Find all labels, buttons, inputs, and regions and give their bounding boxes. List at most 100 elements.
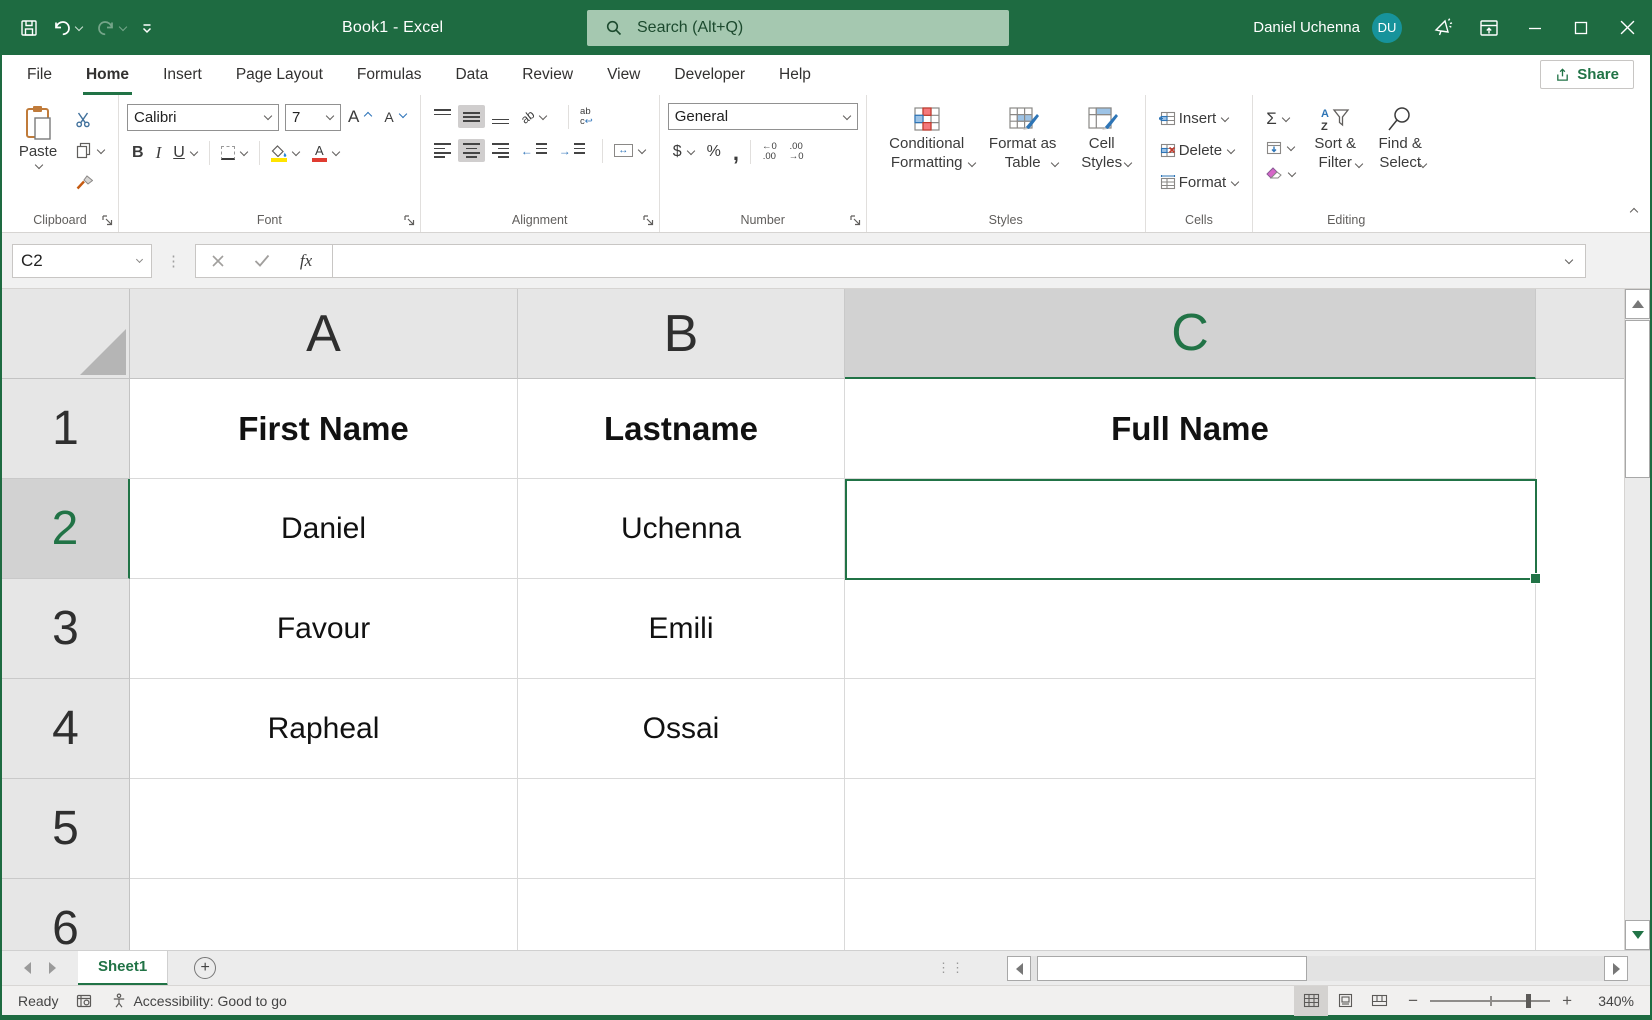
undo-dropdown-icon[interactable] bbox=[75, 22, 83, 30]
cancel-icon[interactable] bbox=[196, 254, 240, 268]
zoom-level[interactable]: 340% bbox=[1584, 993, 1650, 1009]
top-align-button[interactable] bbox=[429, 105, 456, 128]
cell-a4[interactable]: Rapheal bbox=[130, 679, 518, 779]
tab-home[interactable]: Home bbox=[69, 55, 146, 95]
zoom-slider-thumb[interactable] bbox=[1526, 994, 1531, 1008]
horizontal-scrollbar[interactable] bbox=[1007, 956, 1628, 981]
macro-record-icon[interactable] bbox=[76, 993, 93, 1009]
bottom-align-button[interactable] bbox=[487, 105, 514, 128]
tab-bar-grip[interactable]: ⋮⋮ bbox=[937, 960, 965, 976]
borders-button[interactable] bbox=[216, 142, 253, 164]
cell-c4[interactable] bbox=[845, 679, 1536, 779]
cell-b4[interactable]: Ossai bbox=[518, 679, 845, 779]
share-button[interactable]: Share bbox=[1540, 60, 1634, 89]
search-box[interactable]: Search (Alt+Q) bbox=[587, 10, 1009, 46]
merge-center-button[interactable]: ↔ bbox=[609, 140, 651, 161]
increase-indent-button[interactable]: → bbox=[554, 139, 590, 162]
format-painter-button[interactable] bbox=[70, 169, 110, 194]
avatar[interactable]: DU bbox=[1372, 13, 1402, 43]
undo-button[interactable] bbox=[48, 14, 86, 42]
customize-quick-access-icon[interactable] bbox=[136, 15, 158, 41]
expand-formula-bar-icon[interactable] bbox=[1551, 252, 1585, 270]
format-cells-button[interactable]: Format bbox=[1154, 170, 1245, 195]
decrease-decimal-button[interactable]: .00 →0 bbox=[784, 138, 809, 167]
tab-insert[interactable]: Insert bbox=[146, 55, 219, 95]
formula-input[interactable] bbox=[337, 245, 1551, 277]
conditional-formatting-button[interactable]: Conditional Formatting bbox=[875, 103, 979, 171]
cell-a3[interactable]: Favour bbox=[130, 579, 518, 679]
bold-button[interactable]: B bbox=[127, 140, 149, 166]
cell-b1[interactable]: Lastname bbox=[518, 379, 845, 479]
font-dialog-launcher-icon[interactable] bbox=[404, 215, 415, 226]
scroll-right-icon[interactable] bbox=[1604, 956, 1628, 981]
paste-dropdown-icon[interactable] bbox=[35, 161, 43, 169]
insert-function-button[interactable]: fx bbox=[284, 251, 328, 271]
vertical-scrollbar-thumb[interactable] bbox=[1625, 320, 1650, 478]
fill-button[interactable] bbox=[1261, 137, 1301, 159]
font-color-button[interactable]: A bbox=[307, 140, 345, 166]
wrap-text-button[interactable]: ab c↩ bbox=[575, 103, 598, 131]
cell-a1[interactable]: First Name bbox=[130, 379, 518, 479]
scroll-up-icon[interactable] bbox=[1625, 289, 1650, 319]
column-header-b[interactable]: B bbox=[518, 289, 845, 379]
horizontal-scrollbar-thumb[interactable] bbox=[1037, 956, 1307, 981]
page-break-preview-button[interactable] bbox=[1362, 986, 1396, 1016]
tab-view[interactable]: View bbox=[590, 55, 657, 95]
align-center-button[interactable] bbox=[458, 139, 485, 162]
horizontal-scrollbar-track[interactable] bbox=[1031, 956, 1604, 981]
formula-bar-grip[interactable]: ⋮ bbox=[166, 252, 181, 270]
tab-data[interactable]: Data bbox=[438, 55, 505, 95]
row-header-3[interactable]: 3 bbox=[2, 579, 130, 679]
minimize-button[interactable] bbox=[1512, 0, 1558, 55]
new-sheet-icon[interactable]: + bbox=[194, 957, 216, 979]
middle-align-button[interactable] bbox=[458, 105, 485, 128]
previous-sheet-icon[interactable] bbox=[24, 962, 31, 974]
comma-style-button[interactable]: , bbox=[728, 143, 744, 162]
cell-c3[interactable] bbox=[845, 579, 1536, 679]
tab-review[interactable]: Review bbox=[505, 55, 590, 95]
insert-cells-button[interactable]: Insert bbox=[1154, 106, 1245, 131]
cell-a5[interactable] bbox=[130, 779, 518, 879]
row-header-6[interactable]: 6 bbox=[2, 879, 130, 950]
align-left-button[interactable] bbox=[429, 139, 456, 162]
close-button[interactable] bbox=[1604, 0, 1650, 55]
cut-button[interactable] bbox=[70, 107, 110, 132]
tab-help[interactable]: Help bbox=[762, 55, 828, 95]
sheet-tab-sheet1[interactable]: Sheet1 bbox=[78, 951, 168, 986]
percent-style-button[interactable]: % bbox=[702, 139, 726, 165]
accessibility-status[interactable]: Accessibility: Good to go bbox=[111, 993, 286, 1009]
enter-check-icon[interactable] bbox=[240, 254, 284, 267]
format-as-table-button[interactable]: Format as Table bbox=[979, 103, 1067, 171]
alignment-dialog-launcher-icon[interactable] bbox=[643, 215, 654, 226]
zoom-slider[interactable] bbox=[1430, 1000, 1550, 1002]
cell-a2[interactable]: Daniel bbox=[130, 479, 518, 579]
autosum-button[interactable]: Σ bbox=[1261, 105, 1301, 133]
font-name-combo[interactable]: Calibri bbox=[127, 104, 279, 131]
collapse-ribbon-icon[interactable] bbox=[1628, 204, 1638, 222]
copy-button[interactable] bbox=[70, 138, 110, 163]
grow-font-button[interactable]: A bbox=[343, 103, 377, 131]
column-header-d-partial[interactable] bbox=[1536, 289, 1624, 379]
scroll-left-icon[interactable] bbox=[1007, 956, 1031, 981]
row-header-4[interactable]: 4 bbox=[2, 679, 130, 779]
scroll-down-icon[interactable] bbox=[1625, 920, 1650, 950]
clear-button[interactable] bbox=[1261, 163, 1301, 184]
accounting-format-button[interactable]: $ bbox=[668, 139, 700, 165]
align-right-button[interactable] bbox=[487, 139, 514, 162]
clipboard-dialog-launcher-icon[interactable] bbox=[102, 215, 113, 226]
maximize-button[interactable] bbox=[1558, 0, 1604, 55]
ribbon-display-options-icon[interactable] bbox=[1466, 9, 1512, 47]
name-box[interactable]: C2 bbox=[12, 244, 152, 278]
cell-b5[interactable] bbox=[518, 779, 845, 879]
number-dialog-launcher-icon[interactable] bbox=[850, 215, 861, 226]
cell-b2[interactable]: Uchenna bbox=[518, 479, 845, 579]
paste-button[interactable]: Paste bbox=[10, 103, 66, 170]
shrink-font-button[interactable]: A bbox=[379, 105, 411, 129]
cell-c1[interactable]: Full Name bbox=[845, 379, 1536, 479]
cell-styles-button[interactable]: Cell Styles bbox=[1067, 103, 1137, 171]
tab-file[interactable]: File bbox=[10, 55, 69, 95]
user-name[interactable]: Daniel Uchenna bbox=[1253, 19, 1360, 36]
font-size-combo[interactable]: 7 bbox=[285, 104, 341, 131]
delete-cells-button[interactable]: Delete bbox=[1154, 138, 1245, 163]
orientation-button[interactable]: ab bbox=[516, 106, 552, 128]
